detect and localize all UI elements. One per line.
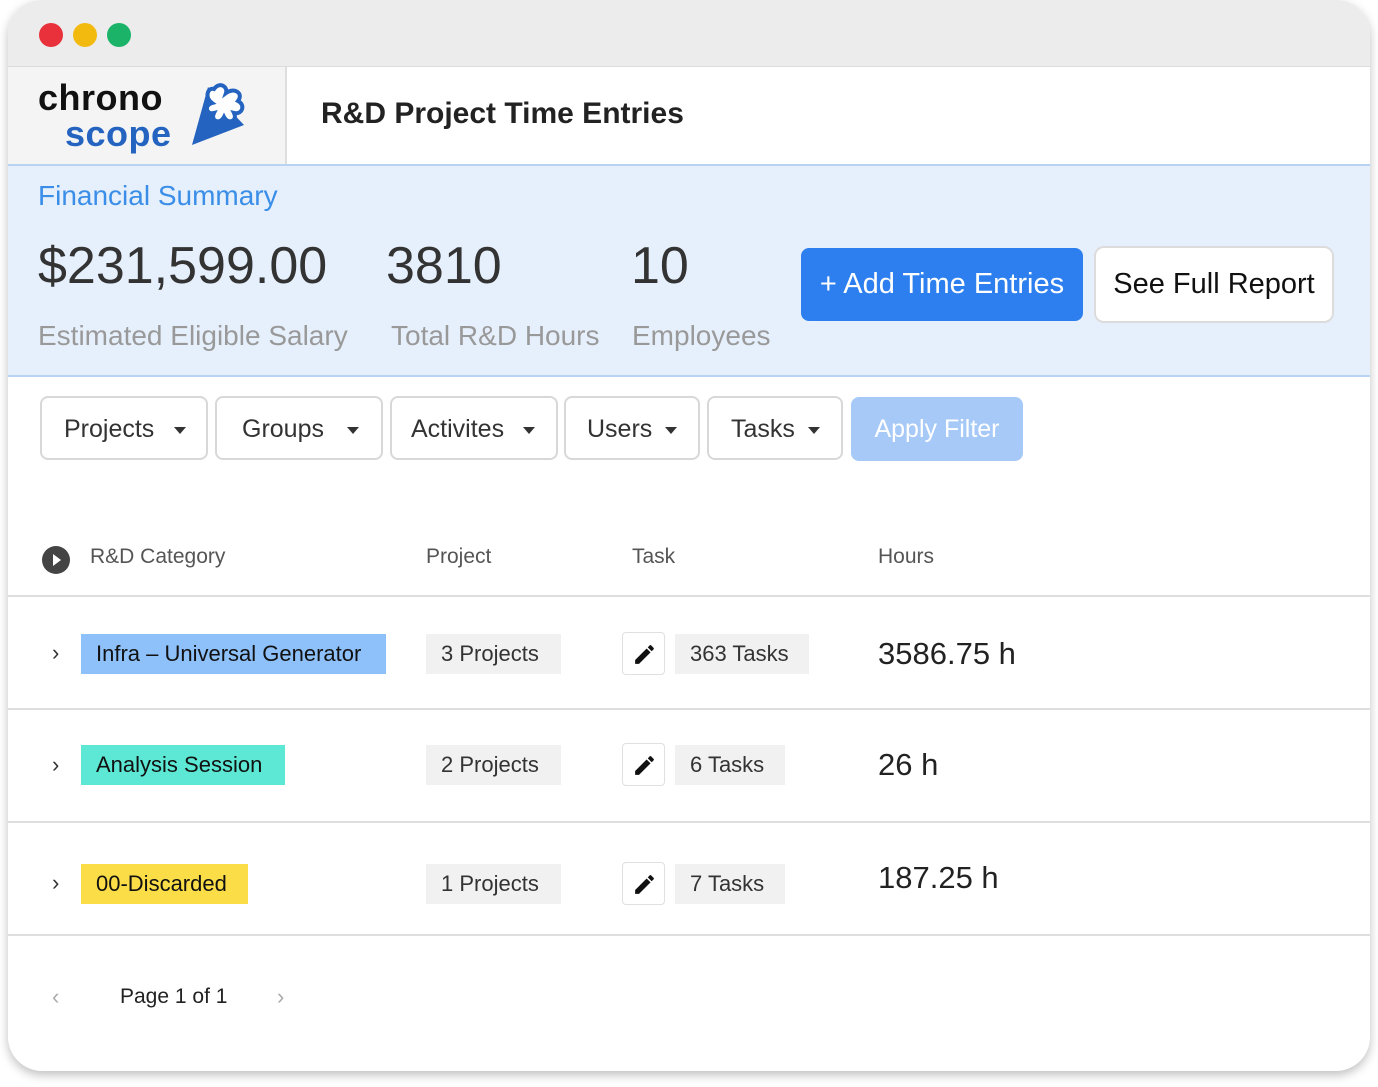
chevron-down-icon — [808, 427, 820, 434]
salary-label: Estimated Eligible Salary — [38, 320, 348, 351]
logo-text-scope: scope — [65, 113, 172, 154]
projects-count[interactable]: 2 Projects — [426, 745, 561, 785]
logo-mark-icon — [192, 83, 245, 145]
see-full-report-button[interactable]: See Full Report — [1094, 246, 1334, 323]
divider — [8, 708, 1370, 710]
column-header-project[interactable]: Project — [426, 545, 491, 569]
window-titlebar — [8, 0, 1370, 67]
close-window-button[interactable] — [39, 23, 63, 47]
previous-page-chevron-icon[interactable]: ‹ — [52, 984, 59, 1010]
category-tag[interactable]: Infra – Universal Generator — [81, 634, 386, 674]
filter-activities-label: Activites — [411, 415, 505, 443]
apply-filter-button[interactable]: Apply Filter — [851, 397, 1023, 461]
tasks-count[interactable]: 6 Tasks — [675, 745, 785, 785]
logo[interactable]: chrono scope — [8, 67, 287, 164]
filter-users-dropdown[interactable]: Users — [564, 396, 700, 460]
pencil-icon — [635, 756, 654, 775]
hours-value: 3586.75 h — [878, 636, 1016, 671]
app-header: chrono scope R&D Project Time Entries — [8, 67, 1370, 166]
minimize-window-button[interactable] — [73, 23, 97, 47]
edit-task-button[interactable] — [622, 743, 665, 786]
category-tag[interactable]: Analysis Session — [81, 745, 285, 785]
hours-value: 26 h — [878, 747, 939, 782]
divider — [8, 595, 1370, 597]
employees-label: Employees — [632, 320, 771, 351]
pencil-icon — [635, 645, 654, 664]
filter-activities-dropdown[interactable]: Activites — [390, 396, 558, 460]
chevron-down-icon — [347, 427, 359, 434]
tasks-count[interactable]: 7 Tasks — [675, 864, 785, 904]
filter-tasks-label: Tasks — [731, 415, 795, 443]
expand-row-chevron-icon[interactable]: › — [52, 870, 59, 896]
salary-value: $231,599.00 — [38, 237, 328, 295]
category-tag[interactable]: 00-Discarded — [81, 864, 248, 904]
total-hours-label: Total R&D Hours — [391, 320, 600, 351]
financial-summary-label: Financial Summary — [38, 180, 278, 211]
filter-projects-label: Projects — [64, 415, 155, 443]
expand-row-chevron-icon[interactable]: › — [52, 752, 59, 778]
tasks-count[interactable]: 363 Tasks — [675, 634, 809, 674]
page-indicator: Page 1 of 1 — [120, 985, 228, 1008]
filter-tasks-dropdown[interactable]: Tasks — [707, 396, 843, 460]
filter-groups-label: Groups — [242, 415, 324, 443]
filter-projects-dropdown[interactable]: Projects — [40, 396, 208, 460]
projects-count[interactable]: 3 Projects — [426, 634, 561, 674]
expand-row-chevron-icon[interactable]: › — [52, 640, 59, 666]
employees-value: 10 — [631, 237, 689, 295]
hours-value: 187.25 h — [878, 860, 999, 895]
chevron-down-icon — [665, 427, 677, 434]
chevron-down-icon — [523, 427, 535, 434]
projects-count[interactable]: 1 Projects — [426, 864, 561, 904]
filter-groups-dropdown[interactable]: Groups — [215, 396, 383, 460]
divider — [8, 821, 1370, 823]
edit-task-button[interactable] — [622, 862, 665, 905]
column-header-task[interactable]: Task — [632, 545, 675, 569]
financial-summary-panel: Financial Summary $231,599.00 Estimated … — [8, 166, 1370, 377]
play-circle-icon[interactable] — [42, 546, 70, 574]
edit-task-button[interactable] — [622, 632, 665, 675]
column-header-category[interactable]: R&D Category — [90, 545, 225, 569]
maximize-window-button[interactable] — [107, 23, 131, 47]
add-time-entries-button[interactable]: + Add Time Entries — [801, 248, 1083, 321]
filter-users-label: Users — [587, 415, 653, 443]
chevron-down-icon — [174, 427, 186, 434]
next-page-chevron-icon[interactable]: › — [277, 984, 284, 1010]
pencil-icon — [635, 875, 654, 894]
column-header-hours[interactable]: Hours — [878, 545, 934, 569]
divider — [8, 934, 1370, 936]
app-window: chrono scope R&D Project Time Entries Fi… — [8, 0, 1370, 1071]
page-title: R&D Project Time Entries — [321, 97, 684, 130]
total-hours-value: 3810 — [386, 237, 502, 295]
